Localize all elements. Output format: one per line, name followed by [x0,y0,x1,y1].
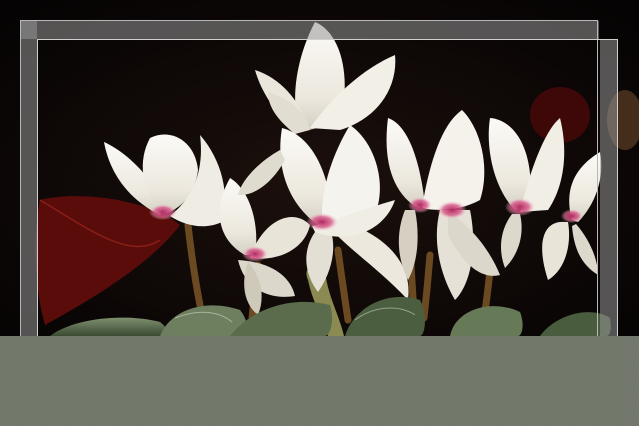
frame-band-top [21,21,599,39]
flower-illustration [0,0,639,336]
photo-canvas [0,0,639,426]
frame-band-right [600,40,618,336]
frame-band-left [21,21,37,336]
bottom-texture-band [0,336,639,426]
cyclamen-photo [0,0,639,336]
